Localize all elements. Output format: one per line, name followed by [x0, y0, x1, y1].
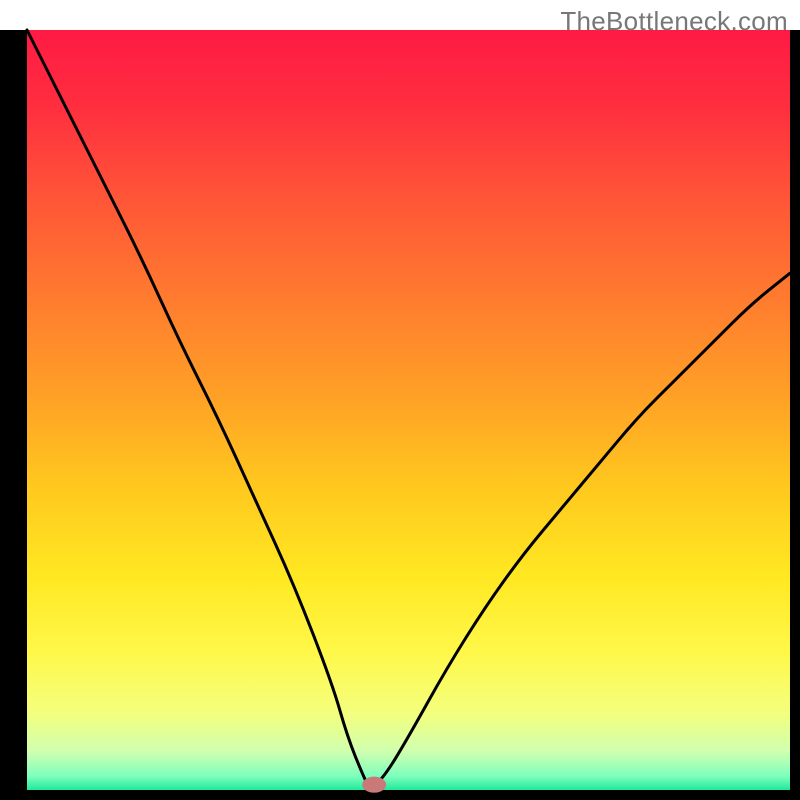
watermark: TheBottleneck.com — [560, 6, 788, 37]
plot-background — [27, 30, 790, 790]
axis-bottom — [0, 790, 800, 800]
optimal-point-marker — [362, 777, 386, 793]
bottleneck-chart — [0, 0, 800, 800]
axis-left — [0, 30, 27, 800]
axis-right — [790, 30, 800, 800]
chart-container: TheBottleneck.com — [0, 0, 800, 800]
